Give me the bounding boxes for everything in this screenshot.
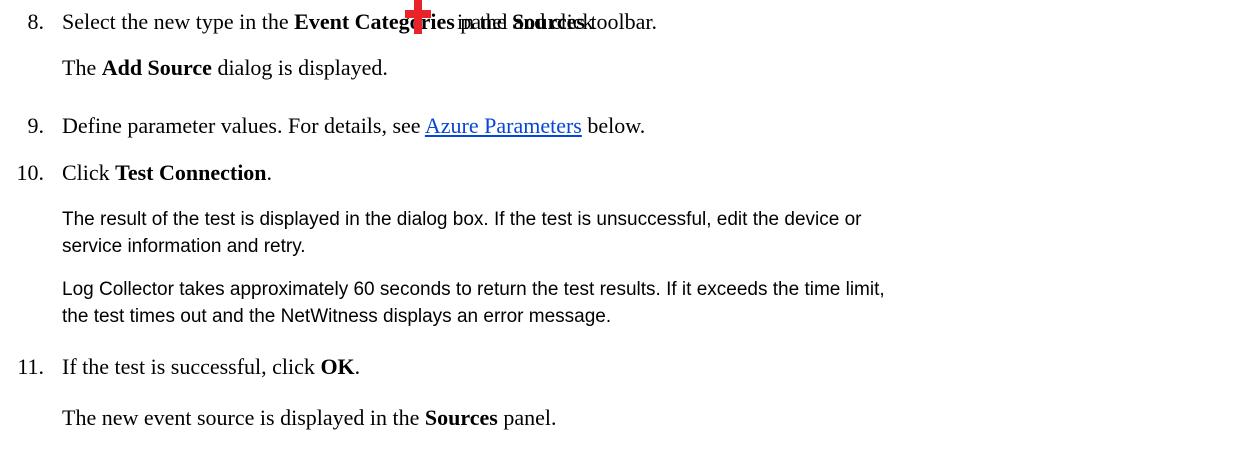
step-number: 11.: [17, 354, 44, 379]
azure-parameters-link[interactable]: Azure Parameters: [425, 113, 582, 138]
ui-label: Add Source: [101, 55, 212, 80]
step-number: 8.: [27, 9, 45, 34]
step-result: The Add Source dialog is displayed.: [62, 55, 388, 80]
ui-label: Test Connection: [115, 160, 267, 185]
paragraph-line: service information and retry.: [62, 236, 306, 257]
ui-label: Sources: [512, 9, 585, 34]
paragraph-line: the test times out and the NetWitness di…: [62, 306, 612, 327]
paragraph-line: The result of the test is displayed in t…: [62, 209, 862, 230]
step-text: If the test is successful, click OK.: [62, 354, 361, 379]
step-text: Define parameter values. For details, se…: [62, 113, 646, 138]
ui-label: OK: [320, 354, 355, 379]
step-result: The new event source is displayed in the…: [62, 405, 557, 430]
paragraph-line: Log Collector takes approximately 60 sec…: [62, 279, 885, 300]
red-plus-icon: [405, 0, 431, 34]
ui-label: Sources: [424, 405, 498, 430]
step-text: Click Test Connection.: [62, 160, 273, 185]
step-number: 10.: [16, 160, 45, 185]
step-number: 9.: [27, 113, 45, 138]
